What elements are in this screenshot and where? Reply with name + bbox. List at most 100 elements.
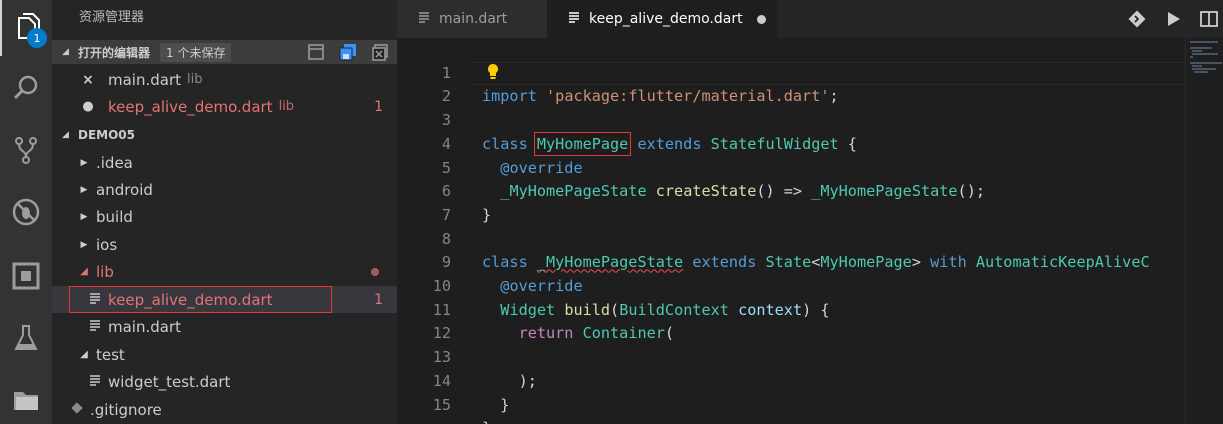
code-line: 10 Widget build(BuildContext context) {	[397, 251, 1185, 319]
tree-file[interactable]: .gitignore	[52, 396, 397, 423]
folder-icon	[14, 392, 38, 410]
dirty-dot-icon[interactable]: ●	[78, 99, 98, 114]
minimap-line	[1190, 47, 1212, 49]
tree-folder-name: .idea	[96, 153, 133, 172]
line-number: 15	[432, 395, 451, 414]
code-line: 6 }	[397, 157, 1185, 224]
tree-folder-name: android	[96, 180, 153, 199]
tab-main-dart[interactable]: main.dart	[397, 0, 547, 38]
code-line: 7	[397, 180, 1185, 224]
test-activity[interactable]	[0, 310, 52, 366]
explorer-badge: 1	[27, 28, 47, 48]
chevron-down-icon: ◢	[80, 349, 88, 360]
tree-file-name: .gitignore	[90, 400, 162, 419]
tree-file[interactable]: widget_test.dart	[52, 368, 397, 395]
folder-label: DEMO05	[78, 128, 135, 142]
tab-label: main.dart	[439, 11, 508, 27]
activity-bar: 1	[0, 0, 52, 424]
problems-dot-icon	[371, 267, 379, 276]
search-icon	[13, 75, 38, 100]
file-lines-icon	[417, 10, 431, 28]
run-icon[interactable]	[1163, 9, 1183, 29]
explorer-title: 资源管理器	[79, 10, 145, 25]
open-editor-name: main.dart	[108, 70, 182, 89]
debug-icon	[12, 198, 40, 226]
folder-header[interactable]: ◢ DEMO05	[52, 123, 397, 147]
file-lines-icon	[567, 10, 581, 28]
extensions-icon	[12, 262, 40, 290]
tree-folder[interactable]: ▶ android	[52, 176, 397, 203]
highlight-box	[69, 286, 332, 313]
split-editor-icon[interactable]	[1199, 9, 1219, 29]
close-all-icon[interactable]	[371, 43, 389, 61]
chevron-down-icon: ◢	[62, 47, 69, 57]
punctuation: }	[482, 419, 491, 424]
file-lines-icon	[88, 318, 102, 336]
editor-actions	[1127, 0, 1223, 38]
new-untitled-file-icon[interactable]	[307, 43, 325, 61]
test-flask-icon	[14, 325, 38, 350]
tab-label: keep_alive_demo.dart	[589, 11, 743, 27]
chevron-right-icon: ▶	[80, 157, 88, 168]
punctuation: }	[500, 395, 510, 414]
close-icon[interactable]: ×	[78, 72, 98, 88]
tree-folder[interactable]: ▶ .idea	[52, 149, 397, 176]
code-line: 9 @override	[397, 228, 1185, 295]
code-line: 14 }	[397, 346, 1185, 414]
folder-activity[interactable]	[0, 372, 52, 424]
tree-folder-name: lib	[96, 262, 114, 281]
code-line: 3 class MyHomePage extends StatefulWidge…	[397, 85, 1185, 156]
open-editor-name: keep_alive_demo.dart	[108, 97, 273, 116]
code-editor[interactable]: 1 import 'package:flutter/material.dart'…	[397, 38, 1185, 424]
code-line: 1 import 'package:flutter/material.dart'…	[397, 38, 1185, 106]
chevron-right-icon: ▶	[80, 184, 88, 195]
open-editor-item[interactable]: × main.dart lib	[52, 66, 397, 93]
code-line: 15 }	[397, 370, 1185, 424]
git-file-icon	[70, 401, 84, 419]
code-line: 5 _MyHomePageState createState() => _MyH…	[397, 133, 1185, 201]
save-all-icon[interactable]	[339, 43, 357, 61]
code-line: 13 );	[397, 322, 1185, 390]
chevron-down-icon: ◢	[80, 266, 88, 277]
tree-file-name: widget_test.dart	[108, 372, 231, 391]
minimap-line	[1190, 41, 1218, 43]
lightbulb-icon[interactable]	[486, 63, 500, 81]
open-editor-item[interactable]: ● keep_alive_demo.dart lib 1	[52, 93, 397, 120]
debug-activity[interactable]	[0, 184, 52, 240]
tree-file-selected[interactable]: keep_alive_demo.dart 1	[52, 286, 397, 313]
code-line: 4 @override	[397, 109, 1185, 177]
dirty-dot-icon[interactable]	[756, 14, 766, 24]
source-control-icon	[15, 137, 37, 164]
minimap-line	[1190, 56, 1193, 58]
open-editors-header[interactable]: ◢ 打开的编辑器 1 个未保存	[52, 40, 397, 64]
tree-folder[interactable]: ◢ test	[52, 341, 397, 368]
source-control-activity[interactable]	[0, 122, 52, 178]
tree-folder[interactable]: ▶ build	[52, 203, 397, 230]
tab-keep-alive-demo[interactable]: keep_alive_demo.dart	[547, 0, 777, 38]
search-activity[interactable]	[0, 60, 52, 116]
code-line: 8 class _MyHomePageState extends State<M…	[397, 204, 1185, 272]
chevron-right-icon: ▶	[80, 211, 88, 222]
minimap-line	[1192, 50, 1202, 52]
extensions-activity[interactable]	[0, 248, 52, 304]
explorer-sidebar: 资源管理器 ◢ 打开的编辑器 1 个未保存 × main.dart lib ● …	[52, 0, 397, 424]
unsaved-count-badge: 1 个未保存	[160, 42, 232, 62]
minimap[interactable]	[1185, 38, 1223, 424]
tree-folder-name: ios	[96, 235, 118, 254]
open-editors-label: 打开的编辑器	[78, 45, 151, 60]
open-editors-actions	[307, 40, 389, 64]
code-line: 2	[397, 62, 1185, 105]
code-line: 11 return Container(	[397, 275, 1185, 343]
open-editor-folder: lib	[278, 99, 295, 114]
chevron-right-icon: ▶	[80, 239, 88, 250]
problem-count: 1	[374, 98, 383, 115]
minimap-line	[1190, 62, 1222, 64]
code-line: 12	[397, 299, 1185, 342]
git-compare-icon[interactable]	[1127, 9, 1147, 29]
tree-file[interactable]: main.dart	[52, 313, 397, 340]
explorer-activity[interactable]: 1	[0, 0, 52, 56]
minimap-line	[1192, 65, 1202, 67]
tree-file-name: main.dart	[108, 317, 182, 336]
tree-folder[interactable]: ◢ lib	[52, 258, 397, 285]
tree-folder[interactable]: ▶ ios	[52, 231, 397, 258]
